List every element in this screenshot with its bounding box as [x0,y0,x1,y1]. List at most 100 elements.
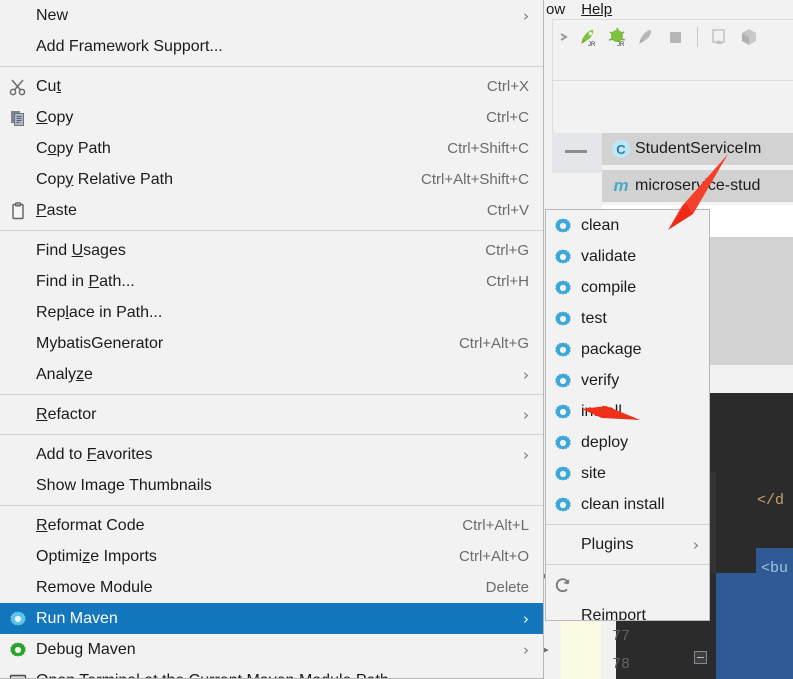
tree-row-label: microservice-stud [635,177,761,194]
menu-item-reformat-code[interactable]: Reformat Code Ctrl+Alt+L [0,510,543,541]
submenu-item-deploy[interactable]: deploy [546,427,709,458]
submenu-item-test[interactable]: test [546,303,709,334]
submenu-item-label: validate [581,247,637,265]
menu-item-run-maven[interactable]: Run Maven › [0,603,543,634]
menu-item-add-framework-support[interactable]: Add Framework Support... [0,31,543,62]
submenu-item-package[interactable]: package [546,334,709,365]
menu-item-copy[interactable]: Copy Ctrl+C [0,102,543,133]
main-toolbar: JR JR [552,19,793,53]
menu-item-paste[interactable]: Paste Ctrl+V [0,195,543,226]
maven-goal-icon [553,464,573,484]
chevron-right-icon: › [523,365,529,384]
tree-row-microservice-student[interactable]: m microservice-stud [602,170,793,202]
menu-item-mnemonic: z [76,365,85,383]
submenu-item-reimport[interactable] [546,569,709,600]
chevron-right-icon: › [523,640,529,659]
submenu-item-new-goal[interactable]: Reimport [546,600,709,621]
chevron-right-icon: › [523,405,529,424]
class-file-icon: C [612,140,630,158]
menu-item-cut[interactable]: Cut Ctrl+X [0,71,543,102]
debug-icon[interactable]: JR [607,27,627,47]
menu-item-label: Analyze [36,365,93,383]
chevron-right-icon: › [523,6,529,25]
menu-item-find-in-path[interactable]: Find in Path... Ctrl+H [0,266,543,297]
editor-highlight-strip [561,612,601,679]
menu-item-label: Copy [36,108,74,126]
menu-bar-item-help[interactable]: Help [581,1,612,18]
submenu-item-label: verify [581,371,620,389]
menu-item-find-usages[interactable]: Find Usages Ctrl+G [0,235,543,266]
maven-goal-icon [553,340,573,360]
menu-item-new[interactable]: New › [0,0,543,31]
terminal-icon [8,671,28,678]
maven-goal-icon [553,402,573,422]
menu-item-replace-in-path[interactable]: Replace in Path... [0,297,543,328]
line-number-78: 78 [612,656,631,673]
navigation-bar-strip [552,53,793,80]
submenu-item-verify[interactable]: verify [546,365,709,396]
collapse-all-handle[interactable] [552,133,602,173]
menu-item-add-to-favorites[interactable]: Add to Favorites › [0,439,543,470]
chevron-right-icon: › [693,535,699,554]
line-number-77: 77 [612,628,631,645]
maven-goal-icon [553,278,573,298]
menu-item-label: Refactor [36,405,97,423]
tree-row-student-service-impl[interactable]: C StudentServiceIm [602,133,793,165]
menu-item-label: Replace in Path... [36,303,163,321]
submenu-item-clean-install[interactable]: clean install [546,489,709,520]
menu-item-label: Find Usages [36,241,126,259]
menu-item-label: Add Framework Support... [36,37,223,55]
menu-item-open-terminal-at-maven-module-path[interactable]: Open Terminal at the Current Maven Modul… [0,665,543,678]
menu-item-shortcut: Ctrl+Alt+L [462,517,529,534]
menu-item-label: Show Image Thumbnails [36,476,212,494]
toolbar-separator [697,26,698,47]
menu-item-shortcut: Ctrl+X [486,78,529,95]
submenu-item-clean[interactable]: clean [546,210,709,241]
menu-item-refactor[interactable]: Refactor › [0,399,543,430]
build-project-icon [739,27,759,47]
menu-item-mnemonic: P [88,272,100,290]
collapse-dash-icon [565,150,587,153]
menu-item-analyze[interactable]: Analyze › [0,359,543,390]
submenu-item-label: Reimport [581,606,646,621]
menu-item-shortcut: Ctrl+G [485,242,529,259]
menu-item-mnemonic: C [36,108,48,126]
menu-item-debug-maven[interactable]: Debug Maven › [0,634,543,665]
menu-item-remove-module[interactable]: Remove Module Delete [0,572,543,603]
menu-item-copy-relative-path[interactable]: Copy Relative Path Ctrl+Alt+Shift+C [0,164,543,195]
menu-item-optimize-imports[interactable]: Optimize Imports Ctrl+Alt+O [0,541,543,572]
menu-bar-item-window[interactable]: ow [546,1,565,18]
menu-item-shortcut: Ctrl+C [486,109,529,126]
menu-item-label: Debug Maven [36,640,136,658]
submenu-item-install[interactable]: install [546,396,709,427]
menu-item-mnemonic: P [36,201,47,219]
maven-goal-icon [553,247,573,267]
clipboard-icon [8,201,28,221]
svg-text:JR: JR [588,42,596,47]
submenu-item-site[interactable]: site [546,458,709,489]
menu-item-show-image-thumbnails[interactable]: Show Image Thumbnails [0,470,543,501]
menu-item-mnemonic: o [47,139,57,157]
menu-item-mnemonic: R [36,405,48,423]
submenu-item-validate[interactable]: validate [546,241,709,272]
maven-module-icon: m [613,176,629,195]
chevron-right-icon: › [523,609,529,628]
submenu-item-compile[interactable]: compile [546,272,709,303]
menu-item-shortcut: Ctrl+V [486,202,529,219]
menu-item-copy-path[interactable]: Copy Path Ctrl+Shift+C [0,133,543,164]
toolbar-partial-icon[interactable] [559,27,569,47]
toolwindow-header-strip [552,80,793,133]
reimport-icon [553,575,573,595]
menu-item-mybatis-generator[interactable]: MybatisGenerator Ctrl+Alt+G [0,328,543,359]
tree-row-label: StudentServiceIm [635,140,762,157]
menu-item-mnemonic: y [65,170,74,188]
menu-item-label: Reformat Code [36,516,145,534]
menu-bar: ow Help [540,0,793,18]
menu-item-label: Copy Path [36,139,111,157]
run-icon[interactable]: JR [578,27,598,47]
menu-item-label: Add to Favorites [36,445,153,463]
submenu-item-plugins[interactable]: Plugins › [546,529,709,560]
editor-selection-c [763,573,793,679]
submenu-item-label: clean install [581,495,665,513]
code-fold-toggle[interactable] [694,651,707,664]
